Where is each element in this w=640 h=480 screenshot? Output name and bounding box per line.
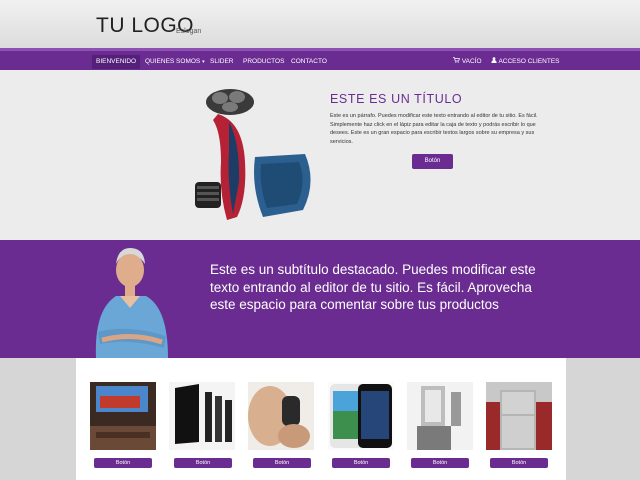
nav-item-quienes-somos[interactable]: Quienes somos ▾	[145, 55, 205, 69]
product-button-6[interactable]: Botón	[490, 458, 548, 468]
login-link[interactable]: ACCESO CLIENTES	[491, 55, 560, 69]
hero-paragraph: Este es un párrafo. Puedes modificar est…	[330, 113, 538, 145]
highlight-band: Este es un subtítulo destacado. Puedes m…	[0, 240, 640, 358]
tv-product-image	[90, 382, 156, 450]
product-button-5[interactable]: Botón	[411, 458, 469, 468]
blender-product-image	[407, 382, 473, 450]
nav-item-label: Quienes somos	[145, 58, 201, 65]
man-portrait-image	[95, 248, 168, 358]
cart-link[interactable]: VACÍO	[453, 55, 482, 69]
site-header: TU LOGO Eslogan	[0, 0, 640, 49]
hero-button[interactable]: Botón	[412, 154, 453, 169]
nav-item-bienvenido[interactable]: Bienvenido	[92, 55, 141, 69]
product-button-2[interactable]: Botón	[174, 458, 232, 468]
chevron-down-icon: ▾	[202, 59, 205, 65]
hero-section: ESTE ES UN TÍTULO Este es un párrafo. Pu…	[0, 70, 640, 240]
highlight-subtitle: Este es un subtítulo destacado. Puedes m…	[210, 262, 536, 312]
products-section: Botón Botón Botón Botón Botón Botón	[76, 358, 566, 480]
product-button-4[interactable]: Botón	[332, 458, 390, 468]
nav-item-contacto[interactable]: Contacto	[291, 55, 327, 69]
man-shaving-product-image	[248, 382, 314, 450]
site-slogan: Eslogan	[176, 28, 202, 35]
nav-item-productos[interactable]: Productos	[243, 55, 284, 69]
smartphone-product-image	[328, 382, 394, 450]
refrigerator-product-image	[486, 382, 552, 450]
product-button-1[interactable]: Botón	[94, 458, 152, 468]
cart-icon	[453, 57, 462, 65]
speakers-product-image	[169, 382, 235, 450]
nav-item-slider[interactable]: Slider	[210, 55, 233, 69]
shaver-product-image	[195, 89, 311, 220]
login-label: ACCESO CLIENTES	[498, 58, 560, 65]
hero-title: ESTE ES UN TÍTULO	[330, 92, 463, 106]
cart-label: VACÍO	[461, 58, 482, 65]
product-button-3[interactable]: Botón	[253, 458, 311, 468]
